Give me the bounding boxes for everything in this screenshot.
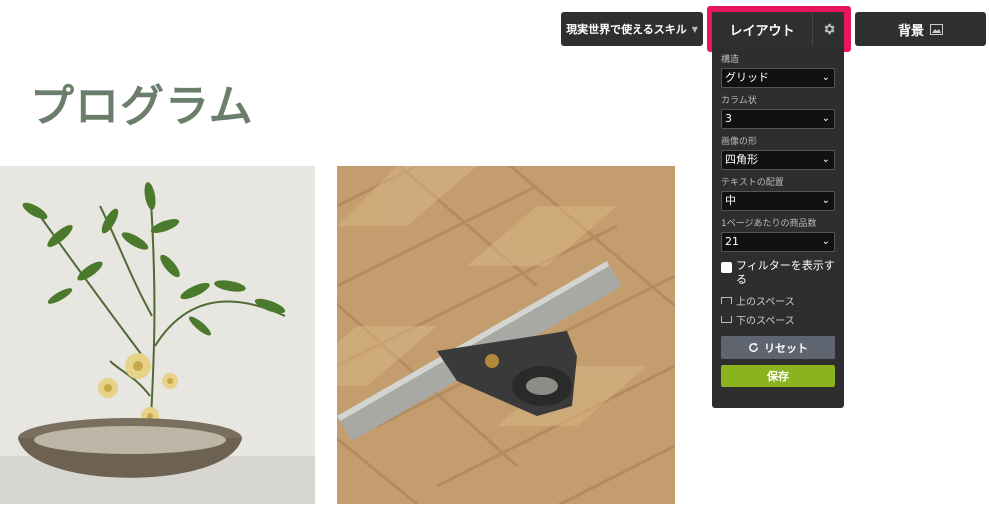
layout-label: レイアウト xyxy=(729,23,795,39)
top-space-label: 上のスペース xyxy=(736,297,795,308)
structure-label: 構造 xyxy=(721,55,740,65)
image-shape-label: 画像の形 xyxy=(721,137,758,147)
columns-value: 3 xyxy=(725,112,732,125)
refresh-icon xyxy=(749,342,758,352)
caret-down-icon: ▼ xyxy=(691,24,698,34)
save-label: 保存 xyxy=(767,370,789,383)
per-page-select[interactable]: 21 ⌄ xyxy=(721,232,835,252)
per-page-value: 21 xyxy=(725,235,739,248)
product-image-ikebana[interactable] xyxy=(0,166,315,504)
image-icon xyxy=(930,23,943,35)
bottom-space-icon xyxy=(721,316,732,323)
gear-icon xyxy=(824,23,835,35)
per-page-label: 1ページあたりの商品数 xyxy=(721,219,817,229)
image-shape-value: 四角形 xyxy=(725,153,758,166)
structure-select[interactable]: グリッド ⌄ xyxy=(721,68,835,88)
layout-button[interactable]: レイアウト xyxy=(712,12,812,46)
top-space-toggle[interactable]: 上のスペース xyxy=(721,293,835,308)
chevron-down-icon: ⌄ xyxy=(821,154,830,165)
show-filter-row[interactable]: フィルターを表示する xyxy=(721,259,835,287)
reset-label: リセット xyxy=(764,341,808,355)
top-space-icon xyxy=(721,297,732,304)
category-label: 現実世界で使えるスキル xyxy=(566,23,687,36)
chevron-down-icon: ⌄ xyxy=(821,236,830,247)
product-image-square-ruler[interactable] xyxy=(337,166,675,504)
text-align-select[interactable]: 中 ⌄ xyxy=(721,191,835,211)
text-align-label: テキストの配置 xyxy=(721,178,784,188)
columns-label: カラム状 xyxy=(721,96,757,106)
bottom-space-label: 下のスペース xyxy=(736,316,795,327)
show-filter-label: フィルターを表示する xyxy=(736,259,835,286)
layout-panel: 構造 グリッド ⌄ カラム状 3 ⌄ 画像の形 四角形 ⌄ テキストの配置 中 … xyxy=(712,46,844,408)
page-title: プログラム xyxy=(30,81,254,132)
image-shape-select[interactable]: 四角形 ⌄ xyxy=(721,150,835,170)
chevron-down-icon: ⌄ xyxy=(821,113,830,124)
ikebana-photo xyxy=(0,166,315,504)
ruler-photo xyxy=(337,166,675,504)
background-button[interactable]: 背景 xyxy=(855,12,986,46)
save-button[interactable]: 保存 xyxy=(721,365,835,387)
show-filter-checkbox[interactable] xyxy=(721,262,732,273)
settings-button[interactable] xyxy=(812,12,844,46)
chevron-down-icon: ⌄ xyxy=(821,195,830,206)
text-align-value: 中 xyxy=(725,194,736,207)
chevron-down-icon: ⌄ xyxy=(821,72,830,83)
background-label: 背景 xyxy=(897,23,924,39)
bottom-space-toggle[interactable]: 下のスペース xyxy=(721,312,835,327)
columns-select[interactable]: 3 ⌄ xyxy=(721,109,835,129)
reset-button[interactable]: リセット xyxy=(721,336,835,359)
structure-value: グリッド xyxy=(725,71,769,84)
category-dropdown-button[interactable]: 現実世界で使えるスキル ▼ xyxy=(561,12,703,46)
